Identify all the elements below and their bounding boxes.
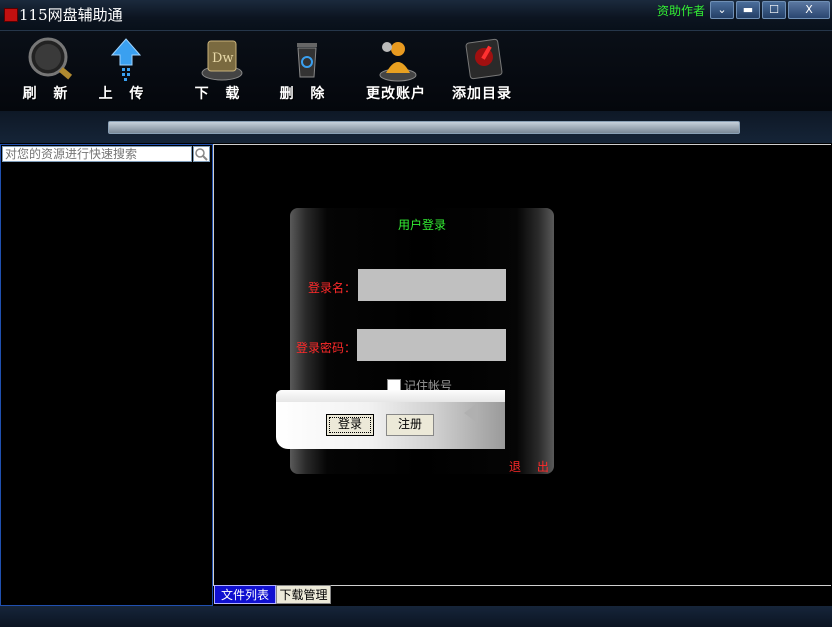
change-account-button[interactable]: 更改账户 [356, 31, 436, 109]
chevron-down-icon: ⌄ [717, 3, 727, 16]
progress-bar [108, 121, 740, 134]
maximize-button[interactable]: ☐ [762, 1, 786, 19]
arrow-left-icon [464, 403, 478, 423]
up-arrow-icon [110, 38, 142, 81]
app-icon [4, 8, 18, 22]
svg-text:Dw: Dw [212, 51, 234, 66]
change-account-label: 更改账户 [366, 86, 426, 102]
add-directory-button[interactable]: 添加目录 [442, 31, 522, 109]
login-button[interactable]: 登录 [326, 414, 374, 436]
minimize-button[interactable]: ▬ [736, 1, 760, 19]
exit-button[interactable]: 退 出 [509, 458, 555, 475]
add-directory-label: 添加目录 [452, 86, 512, 102]
toolbar: 刷 新 上 传 Dw 下 载 删 除 更改账户 添加目录 [0, 31, 832, 111]
download-label: 下 载 [194, 86, 246, 102]
user-icon [379, 42, 417, 82]
upload-button[interactable]: 上 传 [84, 31, 164, 109]
delete-button[interactable]: 删 除 [265, 31, 345, 109]
collapse-button[interactable]: ⌄ [710, 1, 734, 19]
username-field[interactable] [358, 269, 506, 301]
refresh-label: 刷 新 [22, 86, 74, 102]
tab-download-manager[interactable]: 下载管理 [276, 585, 331, 604]
left-panel [0, 144, 213, 606]
search-icon[interactable] [193, 146, 210, 162]
refresh-button[interactable]: 刷 新 [8, 31, 88, 109]
window-title: 115网盘辅助通 [19, 6, 123, 24]
tab-file-list[interactable]: 文件列表 [214, 585, 276, 604]
button-strip: 登录 注册 [276, 390, 505, 449]
username-label: 登录名： [308, 281, 357, 295]
download-button[interactable]: Dw 下 载 [180, 31, 260, 109]
recycle-bin-icon [297, 43, 317, 78]
dw-box-icon: Dw [201, 40, 243, 81]
delete-label: 删 除 [279, 86, 331, 102]
login-title: 用户登录 [397, 218, 446, 232]
donate-link[interactable]: 资助作者 [657, 3, 705, 19]
magnifier-icon [28, 37, 72, 80]
register-button[interactable]: 注册 [386, 414, 434, 436]
status-bar [0, 606, 832, 627]
close-button[interactable]: X [788, 1, 830, 19]
search-input[interactable] [2, 146, 192, 162]
password-field[interactable] [357, 329, 506, 361]
folder-add-icon [465, 38, 503, 80]
strip-highlight [276, 390, 505, 402]
title-bar [0, 0, 832, 31]
password-label: 登录密码： [296, 341, 357, 355]
upload-label: 上 传 [98, 86, 150, 102]
